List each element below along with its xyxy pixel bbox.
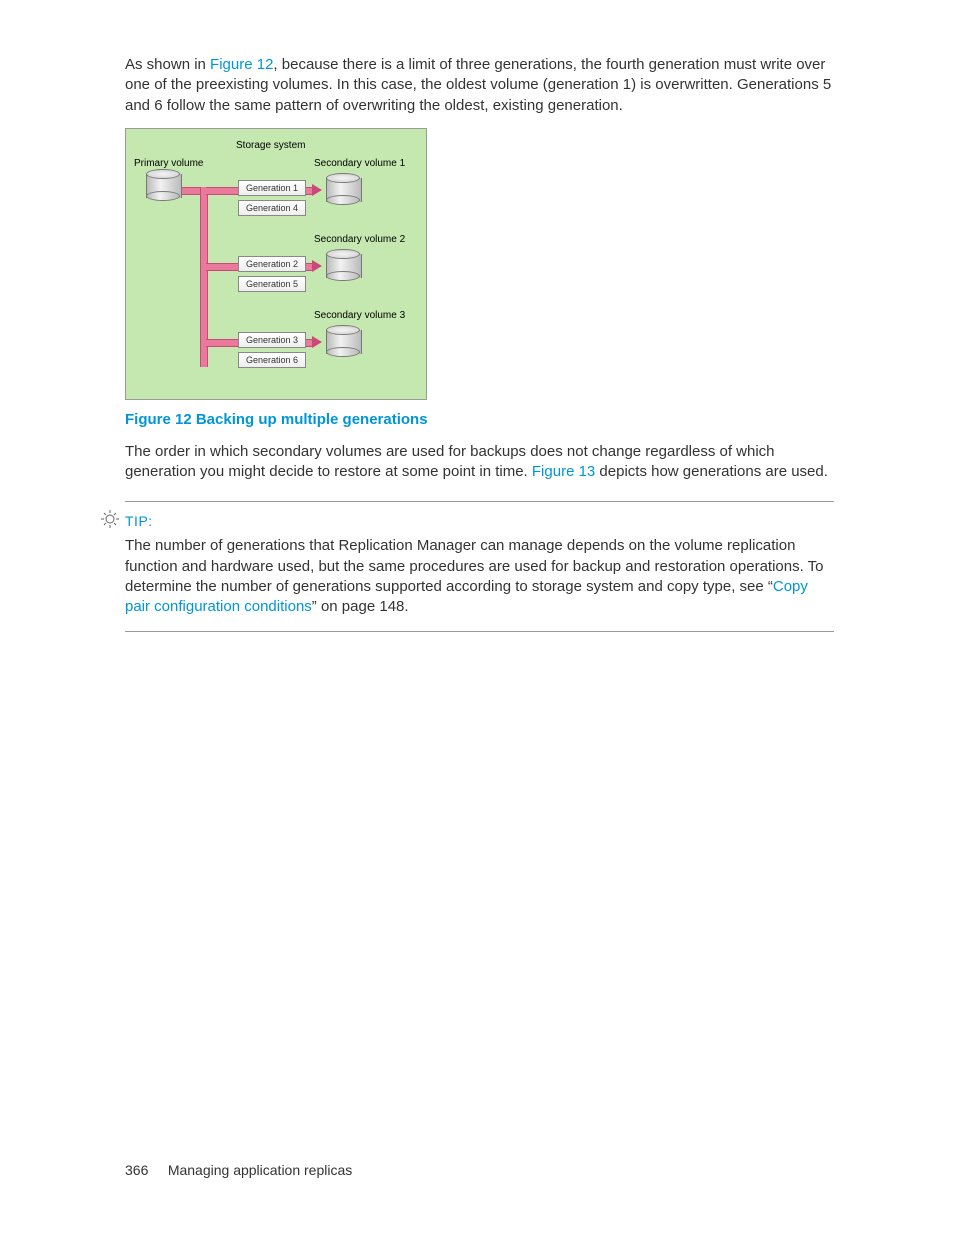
gen-5-box: Generation 5 xyxy=(238,276,306,292)
gen-1-box: Generation 1 xyxy=(238,180,306,196)
storage-system-label: Storage system xyxy=(236,139,305,153)
figure-13-link[interactable]: Figure 13 xyxy=(532,463,595,480)
secondary-volume-2-icon xyxy=(326,249,360,281)
secondary-2-label: Secondary volume 2 xyxy=(314,233,405,247)
arrow-icon xyxy=(312,336,322,348)
tip-label: TIP: xyxy=(125,512,834,531)
gen-6-box: Generation 6 xyxy=(238,352,306,368)
arrow-icon xyxy=(312,260,322,272)
figure-12-diagram: Storage system Primary volume Secondary … xyxy=(125,128,427,400)
gen-3-box: Generation 3 xyxy=(238,332,306,348)
tip-icon xyxy=(101,510,119,534)
chapter-title: Managing application replicas xyxy=(168,1162,352,1178)
secondary-3-label: Secondary volume 3 xyxy=(314,309,405,323)
figure-12-link[interactable]: Figure 12 xyxy=(210,56,273,73)
figure-12-caption: Figure 12 Backing up multiple generation… xyxy=(125,410,834,430)
primary-volume-icon xyxy=(146,169,180,201)
tip-block: TIP: The number of generations that Repl… xyxy=(125,501,834,633)
text: As shown in xyxy=(125,56,210,73)
text: ” on page 148. xyxy=(312,598,409,615)
text: depicts how generations are used. xyxy=(595,463,828,480)
arrow-icon xyxy=(312,184,322,196)
tip-body: The number of generations that Replicati… xyxy=(125,536,834,617)
order-paragraph: The order in which secondary volumes are… xyxy=(125,442,834,483)
gen-2-box: Generation 2 xyxy=(238,256,306,272)
secondary-volume-1-icon xyxy=(326,173,360,205)
intro-paragraph: As shown in Figure 12, because there is … xyxy=(125,55,834,116)
secondary-volume-3-icon xyxy=(326,325,360,357)
page-number: 366 xyxy=(125,1162,148,1178)
page-footer: 366 Managing application replicas xyxy=(125,1161,352,1180)
text: The number of generations that Replicati… xyxy=(125,537,824,595)
gen-4-box: Generation 4 xyxy=(238,200,306,216)
secondary-1-label: Secondary volume 1 xyxy=(314,157,405,171)
